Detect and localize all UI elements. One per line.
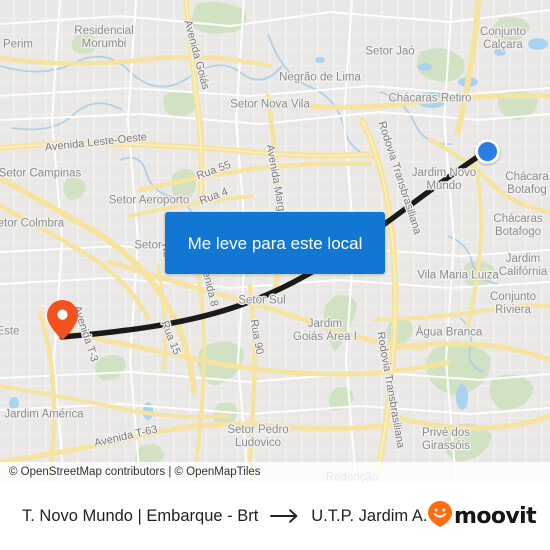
moovit-logo[interactable]: moovit xyxy=(428,500,537,532)
map-canvas[interactable]: Residencial Morumbi Perim Setor Jaó Conjunt… xyxy=(0,0,550,482)
origin-label: T. Novo Mundo | Embarque - Brt ... xyxy=(22,506,260,525)
attribution-text: © OpenStreetMap contributors | © OpenMap… xyxy=(9,466,261,478)
callout-text: Me leve para este local xyxy=(187,233,363,253)
route-summary: T. Novo Mundo | Embarque - Brt ... U.T.P… xyxy=(22,507,428,526)
origin-marker[interactable] xyxy=(47,300,78,340)
map-attribution[interactable]: © OpenStreetMap contributors | © OpenMap… xyxy=(0,462,550,482)
moovit-wordmark: moovit xyxy=(454,503,537,529)
callout-bubble[interactable]: Me leve para este local xyxy=(165,212,385,274)
destination-marker[interactable] xyxy=(475,139,500,164)
moovit-pin-icon xyxy=(428,500,453,532)
footer-bar: T. Novo Mundo | Embarque - Brt ... U.T.P… xyxy=(0,482,550,550)
map-screenshot: Residencial Morumbi Perim Setor Jaó Conjunt… xyxy=(0,0,550,550)
destination-label: U.T.P. Jardim A... xyxy=(311,506,429,525)
arrow-right-icon xyxy=(270,508,300,524)
